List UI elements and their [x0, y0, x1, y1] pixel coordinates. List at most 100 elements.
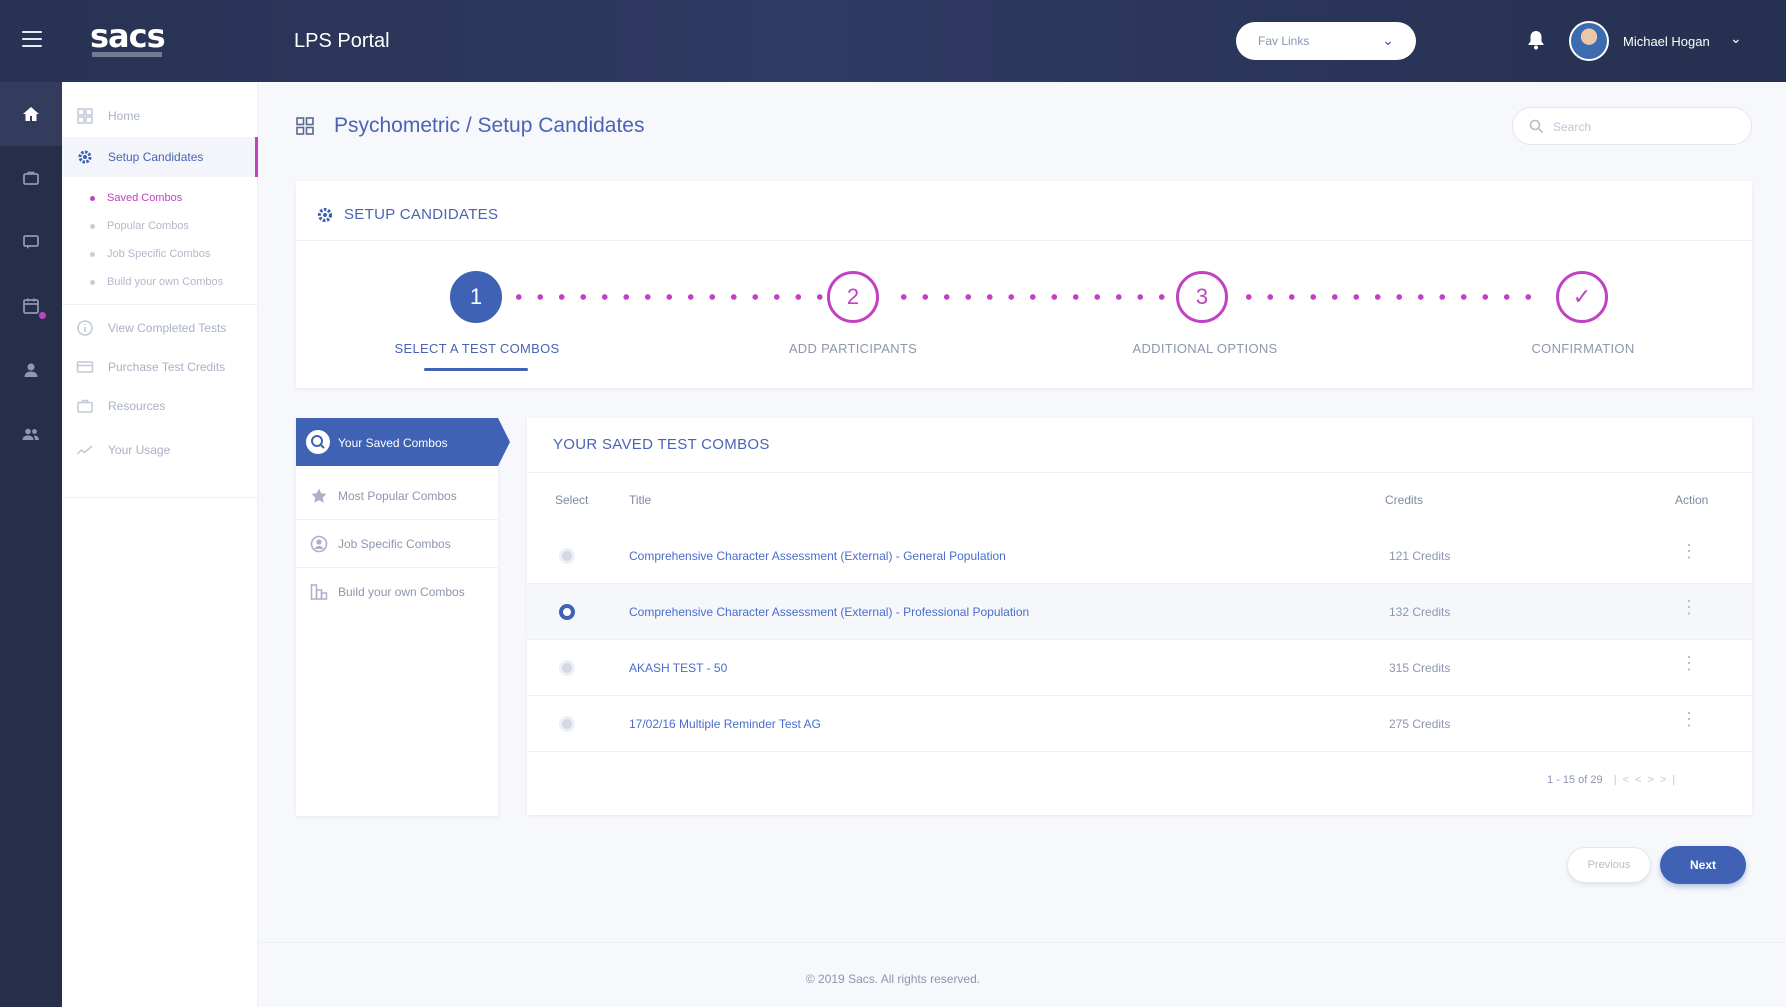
footer-copyright: © 2019 Sacs. All rights reserved.	[805, 972, 981, 986]
most-popular-combos-tab[interactable]: Most Popular Combos	[296, 472, 498, 520]
step-1-label[interactable]: SELECT A TEST COMBOS	[357, 341, 597, 356]
build-your-own-combos-tab[interactable]: Build your own Combos	[296, 568, 498, 616]
sidebar-subitem-build-own[interactable]: Build your own Combos	[90, 276, 223, 288]
sidebar-item-setup-candidates[interactable]: Setup Candidates	[62, 137, 258, 177]
table-header-divider	[527, 472, 1752, 473]
sidebar-item-your-usage[interactable]: Your Usage	[62, 430, 258, 470]
column-header-credits[interactable]: Credits	[1385, 493, 1423, 507]
user-icon	[24, 363, 38, 377]
row-select-radio[interactable]	[559, 660, 575, 676]
hamburger-menu-icon[interactable]	[22, 31, 42, 47]
your-saved-combos-label: Your Saved Combos	[338, 436, 448, 450]
bullet-icon	[90, 279, 95, 285]
step-confirmation-circle[interactable]: ✓	[1556, 271, 1608, 323]
column-header-title[interactable]: Title	[629, 493, 651, 507]
step-1-circle[interactable]: 1	[450, 271, 502, 323]
rail-briefcase[interactable]	[0, 146, 62, 210]
fav-links-dropdown[interactable]: Fav Links ⌄	[1236, 22, 1416, 60]
sidebar-item-purchase-test-credits[interactable]: Purchase Test Credits	[62, 347, 258, 387]
step-3-label[interactable]: ADDITIONAL OPTIONS	[1085, 341, 1325, 356]
menu-item-label: Build your own Combos	[338, 585, 465, 599]
card-icon	[76, 361, 94, 373]
search-input[interactable]: Search	[1512, 107, 1752, 145]
sidebar-divider	[62, 497, 258, 498]
row-select-radio[interactable]	[559, 716, 575, 732]
pagination: 1 - 15 of 29 |<<>>|	[1547, 774, 1681, 786]
sidebar-item-home[interactable]: Home	[62, 96, 258, 136]
step-2-circle[interactable]: 2	[827, 271, 879, 323]
table-row[interactable]: 17/02/16 Multiple Reminder Test AG 275 C…	[527, 696, 1752, 752]
combo-title-link[interactable]: 17/02/16 Multiple Reminder Test AG	[629, 717, 821, 731]
step-connector	[1238, 294, 1546, 300]
step-3-circle[interactable]: 3	[1176, 271, 1228, 323]
dashboard-icon	[77, 108, 93, 124]
bullet-icon	[90, 195, 95, 201]
row-actions-kebab-icon[interactable]: ⋮	[1680, 598, 1698, 616]
combo-title-link[interactable]: Comprehensive Character Assessment (Exte…	[629, 605, 1029, 619]
sidebar-item-label: Home	[108, 109, 141, 123]
gear-icon	[78, 150, 92, 164]
sacs-logo[interactable]: sacs	[90, 20, 166, 52]
chat-icon	[23, 235, 39, 249]
portal-title: LPS Portal	[294, 30, 390, 52]
calendar-icon	[23, 298, 39, 314]
step-confirmation-label[interactable]: CONFIRMATION	[1463, 341, 1703, 356]
sidebar-subitem-popular-combos[interactable]: Popular Combos	[90, 220, 189, 232]
previous-button[interactable]: Previous	[1567, 847, 1651, 883]
step-2-label[interactable]: ADD PARTICIPANTS	[733, 341, 973, 356]
setup-candidates-card: SETUP CANDIDATES	[296, 181, 1752, 388]
table-row[interactable]: AKASH TEST - 50 315 Credits ⋮	[527, 640, 1752, 696]
bullet-icon	[90, 223, 95, 229]
breadcrumb: Psychometric / Setup Candidates	[334, 114, 645, 137]
rail-messages[interactable]	[0, 210, 62, 274]
briefcase-icon	[23, 171, 39, 185]
step-connector	[893, 294, 1173, 300]
gear-icon	[317, 207, 333, 223]
bell-icon[interactable]	[1527, 30, 1545, 50]
sidebar-subitem-job-specific[interactable]: Job Specific Combos	[90, 248, 210, 260]
footer-divider	[258, 942, 1786, 943]
combo-title-link[interactable]: AKASH TEST - 50	[629, 661, 727, 675]
briefcase-icon	[77, 399, 93, 413]
users-icon	[22, 428, 39, 440]
rail-home[interactable]	[0, 82, 62, 146]
menu-item-label: Job Specific Combos	[338, 536, 451, 551]
user-avatar[interactable]	[1569, 21, 1609, 61]
row-actions-kebab-icon[interactable]: ⋮	[1680, 654, 1698, 672]
search-placeholder: Search	[1553, 120, 1592, 134]
column-header-action: Action	[1675, 493, 1709, 507]
sidebar-subitem-label: Saved Combos	[107, 192, 183, 204]
row-actions-kebab-icon[interactable]: ⋮	[1680, 710, 1698, 728]
rail-users[interactable]	[0, 402, 62, 466]
logo-tagline	[92, 52, 162, 57]
star-icon	[311, 488, 327, 503]
user-name[interactable]: Michael Hogan	[1623, 34, 1710, 49]
setup-card-title: SETUP CANDIDATES	[344, 206, 499, 223]
sidebar-item-resources[interactable]: Resources	[62, 386, 258, 426]
rail-user[interactable]	[0, 338, 62, 402]
step-connector	[508, 294, 823, 300]
active-step-underline	[424, 368, 528, 371]
sidebar: Home Setup Candidates Saved Combos Popul…	[62, 82, 258, 1007]
sidebar-item-label: Your Usage	[108, 443, 171, 457]
saved-combos-table-card: YOUR SAVED TEST COMBOS Select Title Cred…	[527, 418, 1752, 815]
table-row[interactable]: Comprehensive Character Assessment (Exte…	[527, 528, 1752, 584]
job-specific-combos-tab[interactable]: Job Specific Combos	[296, 520, 498, 568]
chevron-down-icon: ⌄	[1382, 32, 1394, 48]
table-row[interactable]: Comprehensive Character Assessment (Exte…	[527, 584, 1752, 640]
sidebar-item-label: Resources	[108, 399, 166, 413]
menu-item-label: Most Popular Combos	[338, 488, 457, 503]
sidebar-subitem-label: Popular Combos	[107, 220, 189, 232]
sidebar-item-view-completed-tests[interactable]: View Completed Tests	[62, 308, 258, 348]
row-select-radio[interactable]	[559, 548, 575, 564]
rail-calendar[interactable]	[0, 274, 62, 338]
pagination-arrows[interactable]: |<<>>|	[1614, 774, 1681, 786]
row-actions-kebab-icon[interactable]: ⋮	[1680, 542, 1698, 560]
building-blocks-icon	[310, 584, 328, 600]
sidebar-subitem-saved-combos[interactable]: Saved Combos	[90, 192, 182, 204]
next-button[interactable]: Next	[1660, 846, 1746, 884]
combo-title-link[interactable]: Comprehensive Character Assessment (Exte…	[629, 549, 1006, 563]
combo-credits: 121 Credits	[1389, 549, 1451, 563]
user-menu-chevron-icon[interactable]: ⌄	[1730, 30, 1742, 47]
row-select-radio[interactable]	[559, 604, 575, 620]
